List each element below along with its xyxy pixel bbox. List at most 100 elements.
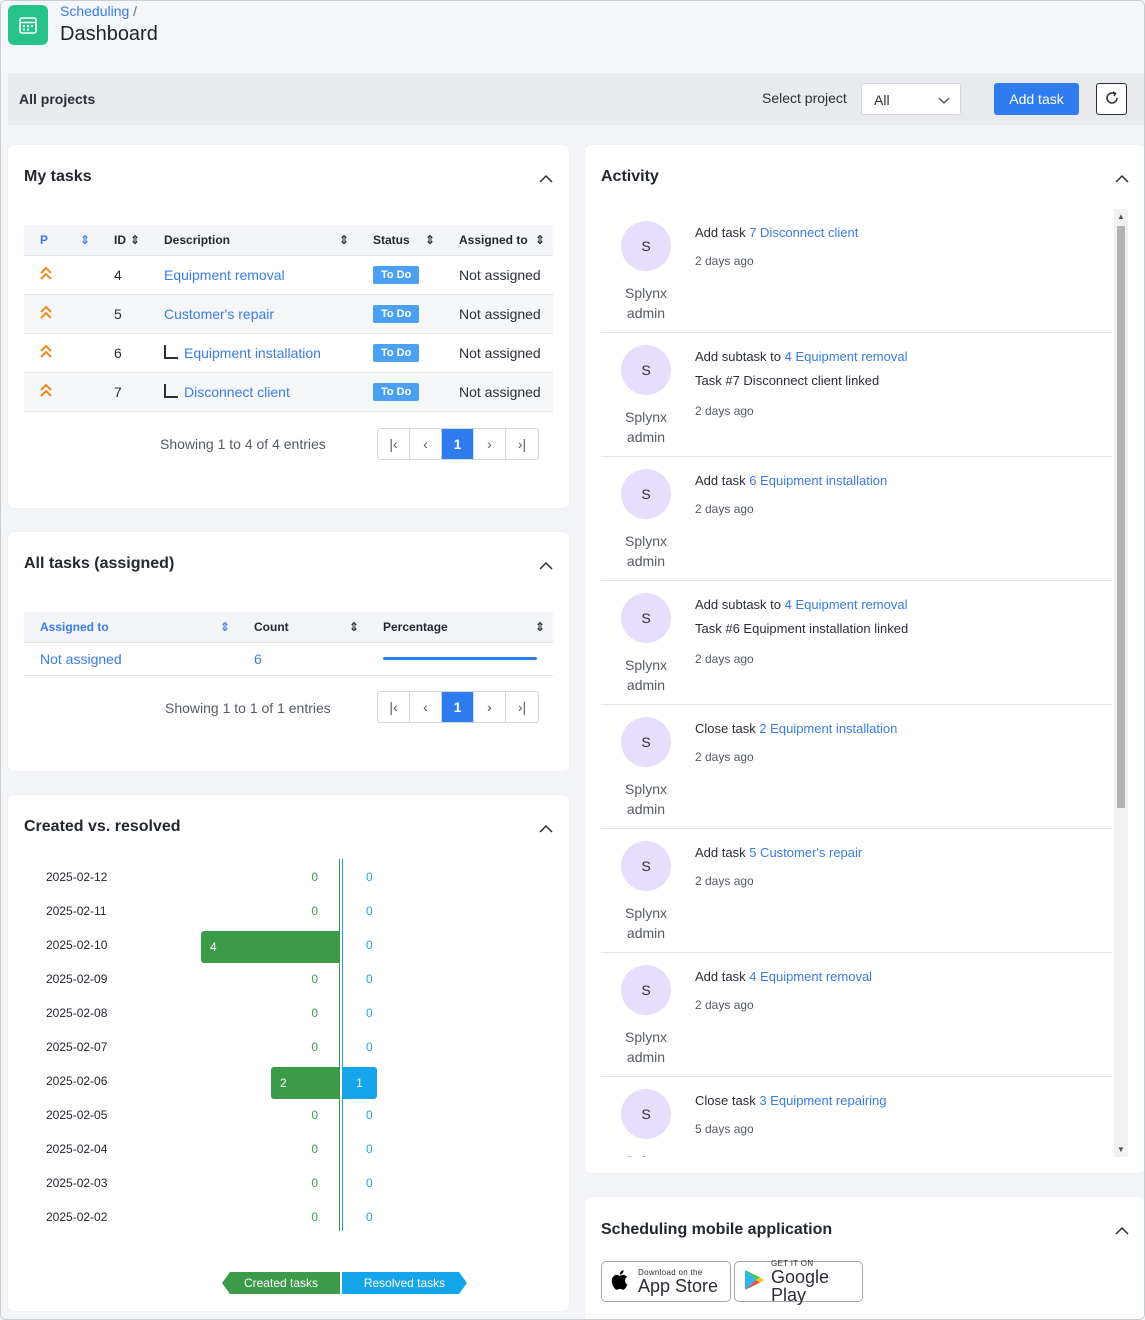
activity-item: S Splynx admin Add task 4 Equipment remova… bbox=[601, 953, 1112, 1077]
created-bar[interactable]: 4 bbox=[201, 931, 340, 963]
chevron-up-icon[interactable] bbox=[539, 821, 553, 837]
app-frame: Scheduling / Dashboard All projects Sele… bbox=[0, 0, 1145, 1320]
created-value: 0 bbox=[311, 1210, 318, 1224]
project-select[interactable]: All bbox=[861, 83, 961, 115]
resolved-value: 0 bbox=[366, 1108, 373, 1122]
resolved-value: 0 bbox=[366, 904, 373, 918]
task-link[interactable]: Customer's repair bbox=[164, 306, 274, 322]
avatar: S bbox=[621, 593, 671, 643]
prev-page-icon[interactable]: ‹ bbox=[410, 692, 442, 722]
activity-user: Splynx admin bbox=[624, 1029, 668, 1065]
created-bar[interactable]: 2 bbox=[271, 1067, 340, 1099]
next-page-icon[interactable]: › bbox=[474, 429, 506, 459]
mobile-app-title: Scheduling mobile application bbox=[601, 1221, 833, 1238]
count-link[interactable]: 6 bbox=[238, 642, 367, 676]
chevron-up-icon[interactable] bbox=[539, 558, 553, 574]
all-tasks-card: All tasks (assigned) Assigned to ⇕ Count ⇕… bbox=[8, 532, 569, 771]
column-header[interactable]: Description ⇕ bbox=[148, 225, 357, 256]
column-header[interactable]: Status ⇕ bbox=[357, 225, 443, 256]
breadcrumb-link[interactable]: Scheduling bbox=[60, 3, 129, 19]
chart-date-label: 2025-02-08 bbox=[46, 1006, 108, 1020]
activity-action: Close task bbox=[695, 721, 756, 736]
activity-link[interactable]: 7 Disconnect client bbox=[749, 225, 858, 240]
add-task-button[interactable]: Add task bbox=[994, 83, 1079, 115]
column-header[interactable]: Count ⇕ bbox=[238, 612, 367, 643]
refresh-button[interactable] bbox=[1096, 83, 1127, 115]
activity-user: Splynx admin bbox=[624, 285, 668, 321]
avatar: S bbox=[621, 841, 671, 891]
sort-icon: ⇕ bbox=[79, 233, 90, 247]
prev-page-icon[interactable]: ‹ bbox=[410, 429, 442, 459]
column-header[interactable]: Assigned to ⇕ bbox=[443, 225, 553, 256]
chevron-up-icon[interactable] bbox=[1115, 1223, 1129, 1239]
activity-link[interactable]: 6 Equipment installation bbox=[749, 473, 887, 488]
activity-text: Add subtask to 4 Equipment removal bbox=[695, 597, 907, 612]
google-play-big-text: Google Play bbox=[771, 1267, 830, 1305]
sort-icon: ⇕ bbox=[424, 233, 435, 247]
chart-row: 2025-02-04 0 0 bbox=[8, 1131, 568, 1165]
status-badge: To Do bbox=[373, 383, 420, 401]
google-play-icon bbox=[743, 1268, 765, 1295]
task-description[interactable]: Equipment installation bbox=[148, 333, 357, 373]
activity-link[interactable]: 4 Equipment removal bbox=[785, 597, 908, 612]
next-page-icon[interactable]: › bbox=[474, 692, 506, 722]
scroll-thumb[interactable] bbox=[1117, 226, 1125, 808]
task-description[interactable]: Equipment removal bbox=[148, 255, 357, 295]
my-tasks-card: My tasks P ⇕ ID ⇕ Description ⇕ Status ⇕ Ass… bbox=[8, 145, 569, 508]
created-resolved-title: Created vs. resolved bbox=[24, 818, 181, 835]
chart-date-label: 2025-02-04 bbox=[46, 1142, 108, 1156]
page-button[interactable]: 1 bbox=[442, 692, 474, 722]
task-link[interactable]: Equipment removal bbox=[164, 267, 285, 283]
scroll-down-icon[interactable]: ▼ bbox=[1117, 1145, 1125, 1154]
activity-text: Add task 6 Equipment installation bbox=[695, 473, 887, 488]
resolved-value: 0 bbox=[366, 1210, 373, 1224]
activity-link[interactable]: 5 Customer's repair bbox=[749, 845, 862, 860]
assigned-link[interactable]: Not assigned bbox=[24, 642, 238, 676]
activity-text: Add subtask to 4 Equipment removal bbox=[695, 349, 907, 364]
sort-icon: ⇕ bbox=[338, 233, 349, 247]
first-page-icon[interactable]: |‹ bbox=[378, 429, 410, 459]
first-page-icon[interactable]: |‹ bbox=[378, 692, 410, 722]
task-description[interactable]: Customer's repair bbox=[148, 294, 357, 334]
app-store-big-text: App Store bbox=[638, 1276, 719, 1296]
activity-link[interactable]: 2 Equipment installation bbox=[759, 721, 897, 736]
calendar-icon[interactable] bbox=[8, 5, 48, 45]
google-play-button[interactable]: GET IT ON Google Play bbox=[734, 1259, 863, 1305]
task-link[interactable]: Disconnect client bbox=[184, 384, 290, 400]
chart-row: 2025-02-09 0 0 bbox=[8, 961, 568, 995]
chevron-up-icon[interactable] bbox=[1115, 171, 1129, 187]
activity-scrollbar[interactable]: ▲ ▼ bbox=[1114, 209, 1128, 1157]
chart-row: 2025-02-08 0 0 bbox=[8, 995, 568, 1029]
scroll-up-icon[interactable]: ▲ bbox=[1117, 212, 1125, 221]
chart-row: 2025-02-12 0 0 bbox=[8, 859, 568, 893]
column-header[interactable]: P ⇕ bbox=[24, 225, 98, 256]
last-page-icon[interactable]: ›| bbox=[506, 692, 538, 722]
resolved-bar[interactable]: 1 bbox=[342, 1067, 377, 1099]
activity-link[interactable]: 4 Equipment removal bbox=[785, 349, 908, 364]
activity-link[interactable]: 3 Equipment repairing bbox=[759, 1093, 886, 1108]
activity-link[interactable]: 4 Equipment removal bbox=[749, 969, 872, 984]
legend-created[interactable]: Created tasks bbox=[222, 1272, 340, 1294]
chart-date-label: 2025-02-09 bbox=[46, 972, 108, 986]
page-button[interactable]: 1 bbox=[442, 429, 474, 459]
last-page-icon[interactable]: ›| bbox=[506, 429, 538, 459]
task-description[interactable]: Disconnect client bbox=[148, 372, 357, 412]
chart-row: 2025-02-11 0 0 bbox=[8, 893, 568, 927]
chevron-up-icon[interactable] bbox=[539, 171, 553, 187]
activity-time: 2 days ago bbox=[695, 652, 754, 666]
activity-user: Splynx admin bbox=[624, 657, 668, 693]
legend-resolved[interactable]: Resolved tasks bbox=[342, 1272, 467, 1294]
activity-time: 2 days ago bbox=[695, 254, 754, 268]
activity-item: S Splynx admin Add subtask to 4 Equipment … bbox=[601, 333, 1112, 457]
table-row: 7 Disconnect client To Do Not assigned bbox=[24, 372, 553, 412]
activity-detail: Task #6 Equipment installation linked bbox=[695, 621, 909, 636]
task-link[interactable]: Equipment installation bbox=[184, 345, 321, 361]
app-store-button[interactable]: Download on the App Store bbox=[601, 1261, 731, 1302]
created-value: 0 bbox=[311, 1176, 318, 1190]
column-header[interactable]: ID ⇕ bbox=[98, 225, 148, 256]
priority-high-icon bbox=[40, 305, 52, 323]
my-tasks-showing: Showing 1 to 4 of 4 entries bbox=[160, 436, 326, 452]
column-header[interactable]: Assigned to ⇕ bbox=[24, 612, 238, 643]
sort-icon: ⇕ bbox=[219, 620, 230, 634]
column-header[interactable]: Percentage ⇕ bbox=[367, 612, 553, 643]
